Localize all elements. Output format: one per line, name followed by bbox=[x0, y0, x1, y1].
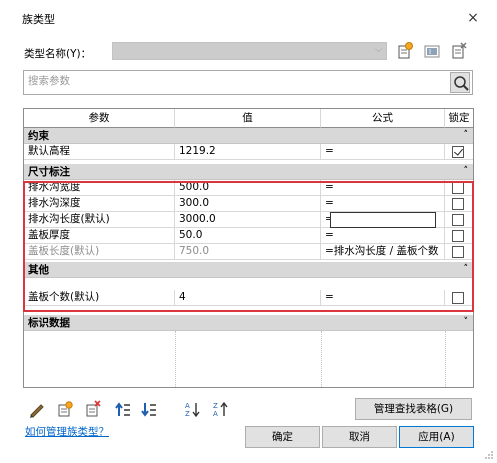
type-name-label: 类型名称(Y)： bbox=[24, 48, 92, 60]
lock-checkbox[interactable] bbox=[452, 146, 464, 158]
group-dimensions[interactable]: 尺寸标注 ˄ bbox=[24, 164, 473, 180]
move-down-button[interactable] bbox=[140, 400, 158, 418]
move-down-icon bbox=[141, 403, 156, 417]
move-up-icon bbox=[115, 402, 130, 416]
new-parameter-button[interactable] bbox=[56, 400, 74, 418]
sort-ascending-button[interactable]: A Z bbox=[184, 400, 202, 418]
group-constraints[interactable]: 约束 ˄ bbox=[24, 128, 473, 144]
column-guide bbox=[321, 331, 322, 387]
delete-parameter-icon bbox=[86, 400, 101, 417]
search-icon bbox=[454, 76, 469, 91]
sort-descending-icon: Z A bbox=[213, 401, 228, 418]
move-up-button[interactable] bbox=[114, 400, 132, 418]
cancel-button[interactable]: 取消 bbox=[322, 426, 397, 448]
group-label: 尺寸标注 bbox=[28, 166, 70, 178]
lock-cell bbox=[445, 144, 473, 160]
expand-icon[interactable]: ˅ bbox=[464, 315, 469, 329]
ok-button[interactable]: 确定 bbox=[245, 426, 320, 448]
search-button[interactable] bbox=[450, 72, 470, 93]
svg-text:Z: Z bbox=[185, 410, 190, 418]
chevron-down-icon: ⌵ bbox=[375, 45, 382, 55]
window-title: 族类型 bbox=[22, 13, 55, 26]
header-formula[interactable]: 公式 bbox=[321, 109, 445, 128]
column-guide bbox=[445, 331, 446, 387]
sort-descending-button[interactable]: Z A bbox=[212, 400, 230, 418]
header-parameter[interactable]: 参数 bbox=[24, 109, 175, 128]
group-identity-data[interactable]: 标识数据 ˅ bbox=[24, 315, 473, 331]
edit-parameter-button[interactable] bbox=[28, 400, 46, 418]
close-button[interactable]: × bbox=[462, 8, 484, 28]
param-formula[interactable]: = bbox=[321, 144, 445, 160]
rename-type-button[interactable]: I bbox=[421, 40, 443, 62]
header-lock[interactable]: 锁定 bbox=[445, 109, 473, 128]
rename-type-icon: I bbox=[424, 45, 440, 58]
svg-text:I: I bbox=[429, 48, 431, 56]
title-bar: 族类型 × bbox=[0, 0, 497, 34]
group-label: 约束 bbox=[28, 130, 49, 142]
table-header: 参数 值 公式 锁定 bbox=[24, 109, 473, 128]
new-type-icon bbox=[398, 42, 413, 59]
param-value[interactable]: 1219.2 bbox=[175, 144, 321, 160]
delete-parameter-button[interactable] bbox=[84, 400, 102, 418]
delete-type-button[interactable] bbox=[448, 40, 470, 62]
new-type-button[interactable] bbox=[394, 40, 416, 62]
group-label: 标识数据 bbox=[28, 317, 70, 329]
collapse-icon[interactable]: ˄ bbox=[464, 164, 469, 178]
svg-text:A: A bbox=[185, 402, 190, 410]
help-link[interactable]: 如何管理族类型？ bbox=[25, 424, 109, 439]
resize-grip-icon[interactable] bbox=[484, 450, 494, 460]
highlight-box bbox=[23, 181, 474, 312]
table-row: 默认高程 1219.2 = bbox=[24, 144, 473, 160]
param-name[interactable]: 默认高程 bbox=[24, 144, 175, 160]
collapse-icon[interactable]: ˄ bbox=[464, 128, 469, 142]
header-value[interactable]: 值 bbox=[175, 109, 321, 128]
type-name-dropdown[interactable]: ⌵ bbox=[112, 42, 387, 60]
column-guide bbox=[175, 331, 176, 387]
manage-lookup-tables-button[interactable]: 管理查找表格(G) bbox=[355, 398, 472, 420]
sort-ascending-icon: A Z bbox=[185, 402, 200, 418]
delete-type-icon bbox=[452, 42, 467, 59]
new-parameter-icon bbox=[58, 401, 73, 417]
svg-text:A: A bbox=[213, 410, 218, 418]
svg-text:Z: Z bbox=[213, 402, 218, 410]
search-input[interactable]: 搜索参数 bbox=[28, 73, 70, 88]
search-box[interactable]: 搜索参数 bbox=[23, 70, 473, 95]
apply-button[interactable]: 应用(A) bbox=[399, 426, 474, 448]
edit-parameter-icon bbox=[30, 404, 44, 418]
